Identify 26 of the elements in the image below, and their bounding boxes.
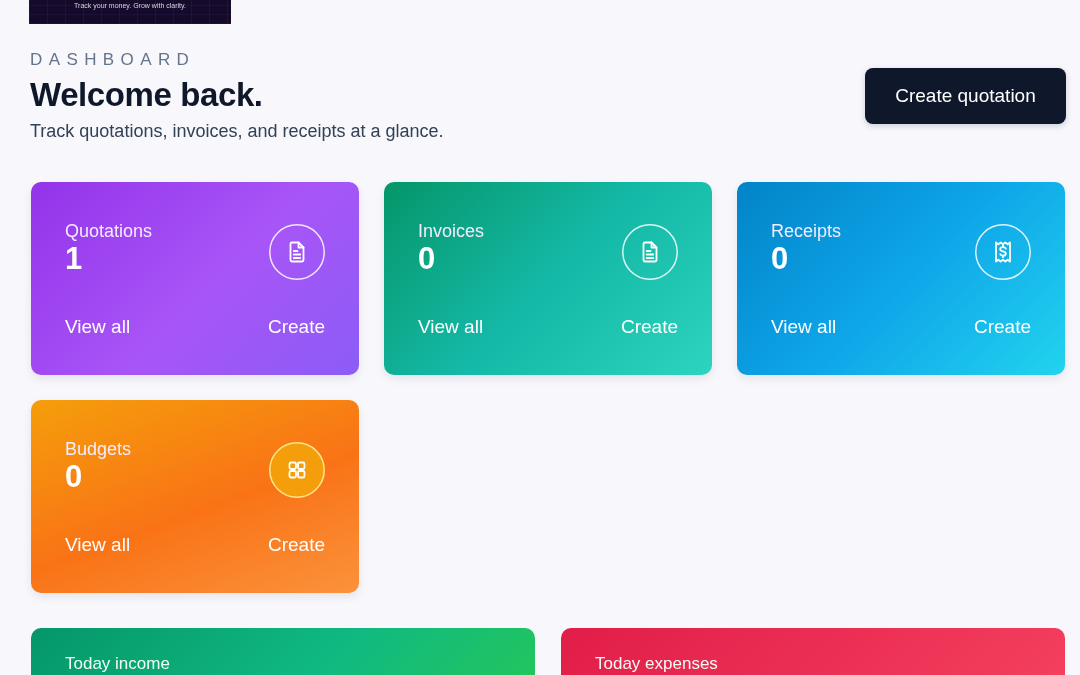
count-value: 1 (65, 242, 84, 276)
create-link[interactable]: Create (267, 315, 325, 339)
grid-icon (269, 442, 325, 498)
card-label: Budgets (65, 438, 132, 460)
card-label: Quotations (65, 220, 153, 242)
page-subtitle: Track quotations, invoices, and receipts at a glance. (30, 120, 444, 142)
card-label: Today expenses (595, 654, 719, 673)
view-all-link[interactable]: View all (65, 315, 131, 339)
view-all-link[interactable]: View all (65, 533, 131, 557)
card-label: Today income (65, 654, 171, 673)
view-all-link[interactable]: View all (771, 315, 837, 339)
card-label: Invoices (418, 220, 485, 242)
count-value: 0 (65, 460, 84, 494)
receipt-icon (975, 224, 1031, 280)
create-quotation-button[interactable]: Create quotation (865, 68, 1066, 124)
card-label: Receipts (771, 220, 842, 242)
document-icon (622, 224, 678, 280)
count-value: 0 (771, 242, 790, 276)
create-link[interactable]: Create (267, 533, 325, 557)
section-label: DASHBOARD (30, 50, 197, 70)
create-link[interactable]: Create (620, 315, 678, 339)
create-link[interactable]: Create (973, 315, 1031, 339)
view-all-link[interactable]: View all (418, 315, 484, 339)
page-title: Welcome back. (30, 76, 264, 114)
count-value: 0 (418, 242, 437, 276)
document-icon (269, 224, 325, 280)
